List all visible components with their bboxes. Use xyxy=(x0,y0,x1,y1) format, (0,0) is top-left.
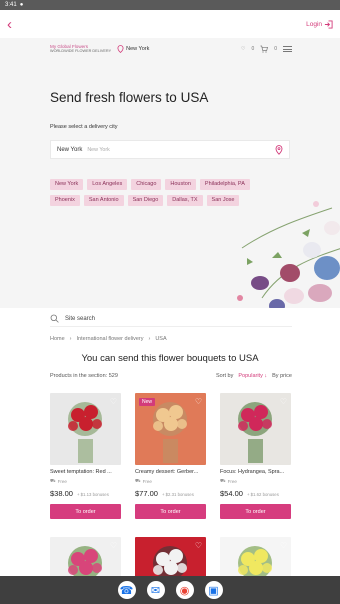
chrome-icon[interactable]: ◉ xyxy=(175,581,194,599)
free-delivery-label: Free xyxy=(227,479,237,484)
city-chip[interactable]: Houston xyxy=(165,179,196,190)
login-label: Login xyxy=(306,20,322,28)
products-count: Products in the section: 529 xyxy=(50,373,118,379)
product-bonus: + $2.31 bonuses xyxy=(161,492,194,497)
hero-section: My Global Flowers WORLDWIDE FLOWER DELIV… xyxy=(0,38,340,308)
product-card[interactable]: New ♡ Creamy dessert: Gerber... ⛟ Free $7… xyxy=(135,393,206,519)
decorative-flowers-image xyxy=(237,201,340,308)
city-select-label: Please select a delivery city xyxy=(50,124,118,130)
header-city-selector[interactable]: New York xyxy=(117,45,149,53)
city-input[interactable]: New York New York xyxy=(50,140,290,159)
order-button[interactable]: To order xyxy=(220,504,291,519)
search-icon xyxy=(50,314,59,323)
delivery-truck-icon: ⛟ xyxy=(220,478,226,483)
cart-icon[interactable] xyxy=(260,45,269,53)
city-input-placeholder: New York xyxy=(87,146,110,153)
back-button[interactable]: ‹ xyxy=(7,17,12,32)
header-icons: ♡ 0 0 xyxy=(241,45,292,53)
city-chip[interactable]: San Diego xyxy=(127,195,164,206)
favorite-heart-icon[interactable]: ♡ xyxy=(280,541,287,550)
site-logo[interactable]: My Global Flowers WORLDWIDE FLOWER DELIV… xyxy=(50,44,111,54)
favorites-icon[interactable]: ♡ xyxy=(241,46,245,52)
product-name[interactable]: Creamy dessert: Gerber... xyxy=(135,469,206,475)
breadcrumb-usa: USA xyxy=(155,336,167,342)
free-delivery: ⛟ Free xyxy=(220,478,291,485)
camera-icon[interactable]: ▣ xyxy=(204,581,223,599)
favorite-heart-icon[interactable]: ♡ xyxy=(110,397,117,406)
product-grid: ♡ Sweet temptation: Red ... ⛟ Free $38.00… xyxy=(50,393,292,519)
breadcrumb-home[interactable]: Home xyxy=(50,336,65,342)
logo-line2: WORLDWIDE FLOWER DELIVERY xyxy=(50,49,112,53)
phone-icon[interactable]: ☎ xyxy=(117,581,136,599)
free-delivery-label: Free xyxy=(57,479,67,484)
status-bar: 3:41 ● xyxy=(0,0,340,10)
location-pin-icon xyxy=(117,45,124,53)
favorite-heart-icon[interactable]: ♡ xyxy=(110,541,117,550)
favorite-heart-icon[interactable]: ♡ xyxy=(195,541,202,550)
product-price: $38.00 xyxy=(50,489,73,498)
location-pin-icon xyxy=(275,144,283,155)
free-delivery: ⛟ Free xyxy=(50,478,121,485)
status-time: 3:41 xyxy=(5,2,17,8)
product-bonus: + $1.62 bonuses xyxy=(246,492,279,497)
delivery-truck-icon: ⛟ xyxy=(135,478,141,483)
sort-popularity[interactable]: Popularity ↓ xyxy=(238,373,267,379)
site-search[interactable]: Site search xyxy=(50,311,292,327)
breadcrumb: Home › International flower delivery › U… xyxy=(50,336,167,342)
product-image[interactable]: New ♡ xyxy=(135,393,206,465)
free-delivery: ⛟ Free xyxy=(135,478,206,485)
delivery-truck-icon: ⛟ xyxy=(50,478,56,483)
breadcrumb-separator: › xyxy=(148,336,151,342)
login-icon xyxy=(324,19,333,29)
search-input[interactable]: Site search xyxy=(65,316,95,322)
login-button[interactable]: Login xyxy=(306,19,333,29)
product-price: $77.00 xyxy=(135,489,158,498)
site-header: My Global Flowers WORLDWIDE FLOWER DELIV… xyxy=(50,42,292,56)
header-city-name: New York xyxy=(126,46,150,52)
order-button[interactable]: To order xyxy=(135,504,206,519)
breadcrumb-international[interactable]: International flower delivery xyxy=(77,336,144,342)
breadcrumb-separator: › xyxy=(69,336,72,342)
city-chip[interactable]: Los Angeles xyxy=(87,179,128,190)
product-image[interactable]: ♡ xyxy=(220,393,291,465)
system-dock: ☎ ✉ ◉ ▣ xyxy=(0,576,340,604)
city-chip[interactable]: San Antonio xyxy=(83,195,124,206)
sort-label: Sort by xyxy=(215,373,234,379)
cart-count: 0 xyxy=(274,46,277,52)
app-topbar: ‹ Login xyxy=(0,10,340,38)
new-badge: New xyxy=(139,398,156,406)
city-chip[interactable]: Dallas, TX xyxy=(167,195,203,206)
notification-icon: ● xyxy=(19,2,24,8)
order-button[interactable]: To order xyxy=(50,504,121,519)
sort-controls: Sort by Popularity ↓ By price xyxy=(216,373,292,379)
hero-title: Send fresh flowers to USA xyxy=(50,90,209,105)
product-card[interactable]: ♡ Sweet temptation: Red ... ⛟ Free $38.00… xyxy=(50,393,121,519)
section-title: You can send this flower bouquets to USA xyxy=(81,353,259,364)
section-meta: Products in the section: 529 Sort by Pop… xyxy=(50,373,292,379)
messages-icon[interactable]: ✉ xyxy=(146,581,165,599)
sort-price[interactable]: By price xyxy=(272,373,292,379)
free-delivery-label: Free xyxy=(142,479,152,484)
favorite-heart-icon[interactable]: ♡ xyxy=(280,397,287,406)
product-name[interactable]: Sweet temptation: Red ... xyxy=(50,469,121,475)
city-chip[interactable]: New York xyxy=(50,179,84,190)
city-chip[interactable]: Chicago xyxy=(131,179,162,190)
city-input-value: New York xyxy=(57,146,83,153)
city-chip[interactable]: Phoenix xyxy=(50,195,80,206)
favorite-heart-icon[interactable]: ♡ xyxy=(195,397,202,406)
product-image[interactable]: ♡ xyxy=(50,393,121,465)
favorites-count: 0 xyxy=(251,46,255,52)
product-card[interactable]: ♡ Focus: Hydrangea, Spra... ⛟ Free $54.00… xyxy=(220,393,291,519)
product-price: $54.00 xyxy=(220,489,243,498)
menu-icon[interactable] xyxy=(283,46,292,52)
product-bonus: + $1.13 bonuses xyxy=(76,492,109,497)
product-name[interactable]: Focus: Hydrangea, Spra... xyxy=(220,469,291,475)
